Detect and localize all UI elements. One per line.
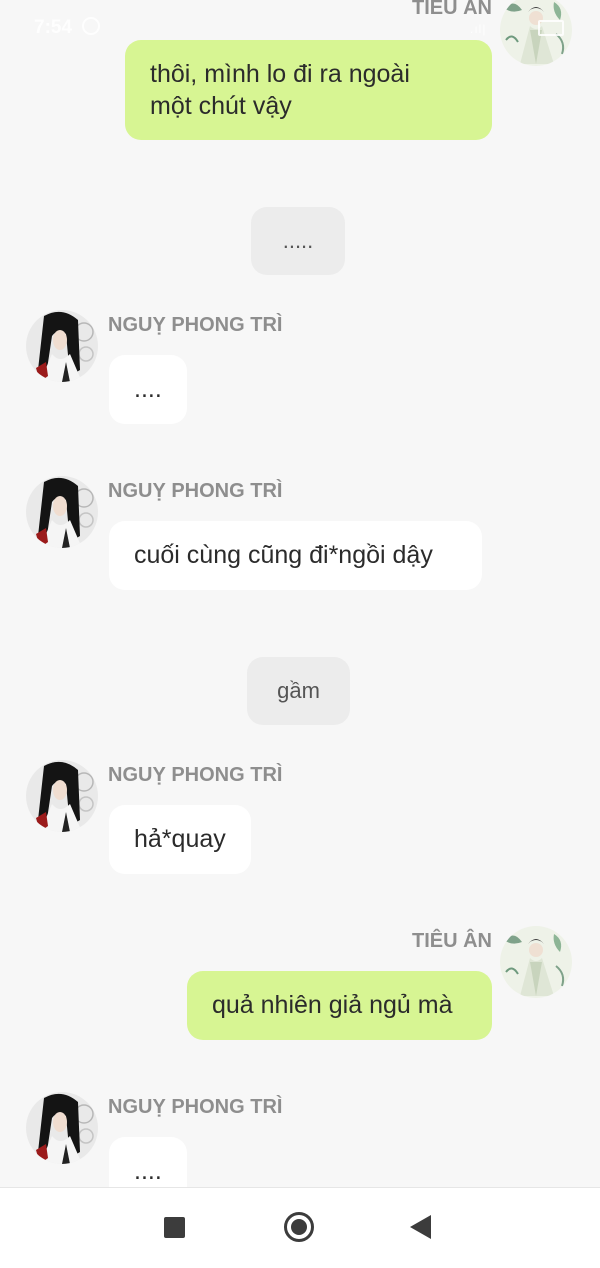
chat-message-list[interactable]: TIÊU ÂN thôi, mình lo đi ra ngoài một ch… — [0, 0, 600, 1206]
status-time: 7:54 — [34, 17, 73, 38]
sender-name: NGUỴ PHONG TRÌ — [108, 1096, 283, 1118]
message-text-line: thôi, mình lo đi ra ngoài — [150, 60, 410, 88]
sender-name: NGUỴ PHONG TRÌ — [108, 314, 283, 336]
message-bubble[interactable]: cuối cùng cũng đi*ngồi dậy — [109, 521, 482, 590]
contact-avatar[interactable] — [26, 760, 98, 832]
narration-text: gầm — [277, 678, 320, 703]
message-text: hả*quay — [134, 825, 226, 853]
contact-avatar[interactable] — [26, 1092, 98, 1164]
message-bubble[interactable]: hả*quay — [109, 805, 251, 874]
sender-name: NGUỴ PHONG TRÌ — [108, 480, 283, 502]
message-text: .... — [134, 1157, 162, 1185]
battery-icon — [538, 20, 564, 36]
message-text: .... — [134, 375, 162, 403]
message-text: quả nhiên giả ngủ mà — [212, 991, 453, 1019]
contact-avatar[interactable] — [26, 476, 98, 548]
sender-name: NGUỴ PHONG TRÌ — [108, 764, 283, 786]
notification-icon — [82, 17, 100, 35]
user-avatar[interactable] — [500, 926, 572, 998]
contact-avatar[interactable] — [26, 310, 98, 382]
narration-bubble: ..... — [251, 207, 345, 275]
message-text: cuối cùng cũng đi*ngồi dậy — [134, 541, 433, 569]
message-text-line: một chút vậy — [150, 92, 292, 120]
message-bubble[interactable]: .... — [109, 355, 187, 424]
back-triangle-icon[interactable] — [410, 1215, 431, 1239]
recents-square-icon[interactable] — [164, 1217, 185, 1238]
signal-icon: .ıl| — [470, 22, 487, 36]
sender-name: TIÊU ÂN — [412, 930, 492, 952]
status-bar: 7:54 .ıl| — [0, 0, 600, 58]
message-bubble[interactable]: quả nhiên giả ngủ mà — [187, 971, 492, 1040]
home-circle-icon[interactable] — [284, 1212, 314, 1242]
narration-bubble: gầm — [247, 657, 350, 725]
narration-text: ..... — [282, 228, 314, 253]
system-navigation-bar — [0, 1187, 600, 1268]
